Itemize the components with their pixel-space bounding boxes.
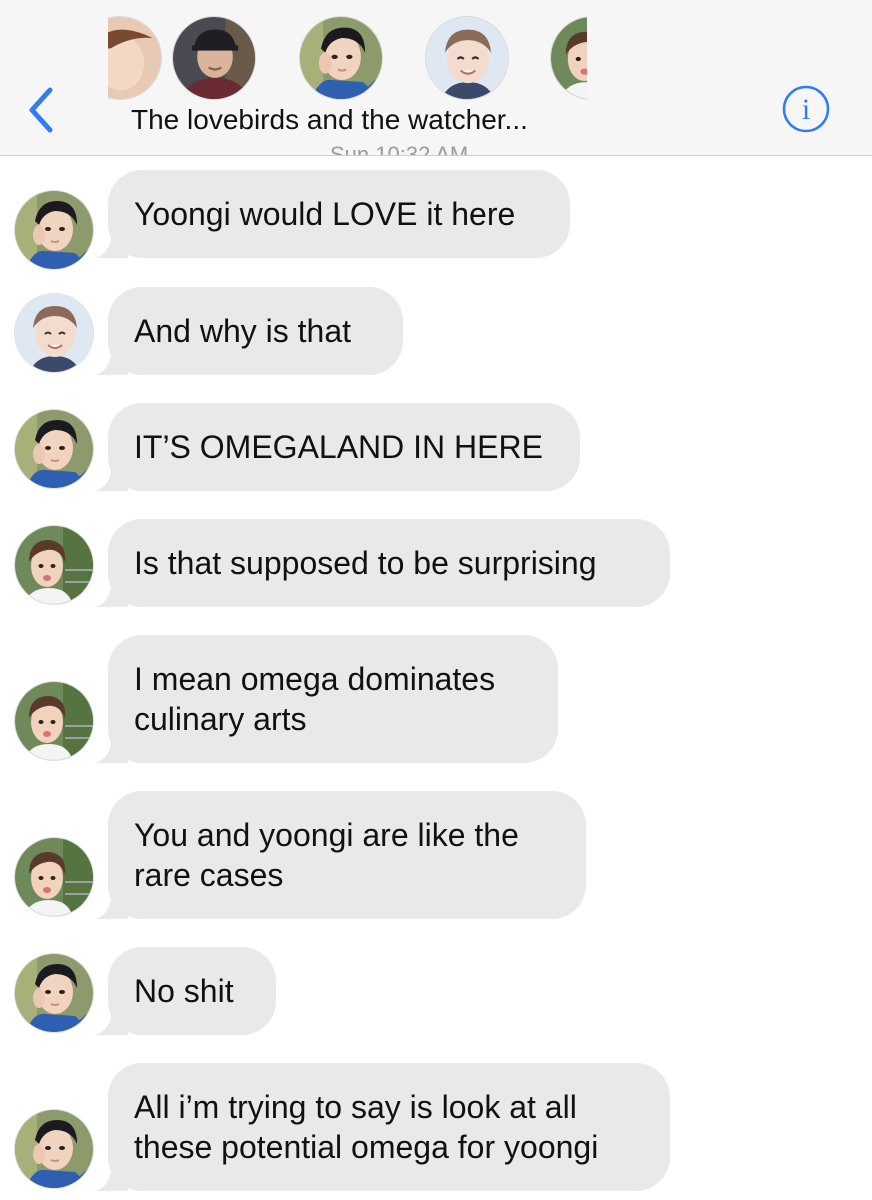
message-text: You and yoongi are like the rare cases [134, 817, 519, 893]
sender-avatar[interactable] [14, 1109, 94, 1189]
message-text: Yoongi would LOVE it here [134, 196, 516, 232]
sender-avatar[interactable] [14, 409, 94, 489]
message-row: Is that supposed to be surprising [0, 519, 872, 607]
message-text: All i’m trying to say is look at all the… [134, 1089, 599, 1165]
message-row: Yoongi would LOVE it here [0, 170, 872, 270]
message-list[interactable]: Yoongi would LOVE it here And why is tha… [0, 157, 872, 1200]
message-text: And why is that [134, 313, 351, 349]
message-row: And why is that [0, 287, 872, 375]
message-row: You and yoongi are like the rare cases [0, 791, 872, 919]
sender-avatar[interactable] [14, 837, 94, 917]
message-row: IT’S OMEGALAND IN HERE [0, 403, 872, 491]
avatar-strip-fade [587, 14, 647, 104]
sender-avatar[interactable] [14, 190, 94, 270]
message-text: No shit [134, 973, 234, 1009]
message-text: IT’S OMEGALAND IN HERE [134, 429, 543, 465]
partial-timestamp: Sun 10:32 AM [330, 142, 469, 156]
message-row: All i’m trying to say is look at all the… [0, 1063, 872, 1191]
message-row: No shit [0, 947, 872, 1035]
sender-avatar[interactable] [14, 681, 94, 761]
message-text: I mean omega dominates culinary arts [134, 661, 496, 737]
message-text: Is that supposed to be surprising [134, 545, 597, 581]
message-row: I mean omega dominates culinary arts [0, 635, 872, 763]
message-bubble[interactable]: And why is that [96, 287, 403, 375]
message-bubble[interactable]: I mean omega dominates culinary arts [96, 635, 558, 763]
sender-avatar[interactable] [14, 525, 94, 605]
svg-text:i: i [802, 93, 810, 126]
message-bubble[interactable]: You and yoongi are like the rare cases [96, 791, 586, 919]
message-bubble[interactable]: Yoongi would LOVE it here [96, 170, 570, 258]
chevron-left-icon[interactable] [24, 84, 58, 136]
conversation-title[interactable]: The lovebirds and the watcher... [131, 104, 528, 136]
sender-avatar[interactable] [14, 293, 94, 373]
message-bubble[interactable]: All i’m trying to say is look at all the… [96, 1063, 670, 1191]
message-bubble[interactable]: No shit [96, 947, 276, 1035]
conversation-header: The lovebirds and the watcher... i Sun 1… [0, 0, 872, 156]
participant-avatar[interactable] [172, 16, 256, 100]
message-bubble[interactable]: IT’S OMEGALAND IN HERE [96, 403, 580, 491]
message-bubble[interactable]: Is that supposed to be surprising [96, 519, 670, 607]
participant-avatar[interactable] [425, 16, 509, 100]
sender-avatar[interactable] [14, 953, 94, 1033]
participant-avatars[interactable] [0, 14, 647, 104]
info-circle-icon[interactable]: i [780, 83, 832, 135]
participant-avatar[interactable] [299, 16, 383, 100]
